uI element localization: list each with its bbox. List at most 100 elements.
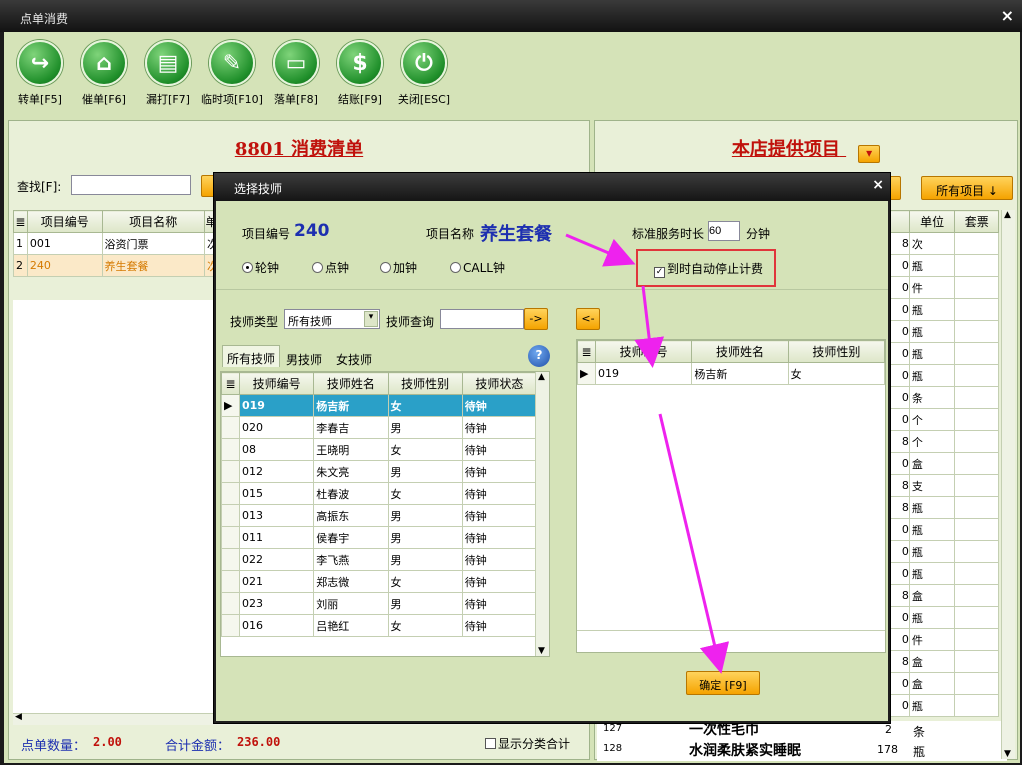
row-code: 001 xyxy=(26,232,103,255)
tech-row[interactable]: 016 吕艳红女待钟 xyxy=(221,614,538,637)
items-scrollbar[interactable]: ▲ ▼ xyxy=(1001,210,1015,759)
tech-code: 08 xyxy=(238,438,315,461)
item-row[interactable]: 0条 xyxy=(889,386,999,409)
select-technician-dialog: 选择技师 × 项目编号 240 项目名称 养生套餐 标准服务时长 分钟 轮钟 点… xyxy=(213,172,891,724)
tech-row[interactable]: 015 杜春波女待钟 xyxy=(221,482,538,505)
item-row[interactable]: 0瓶 xyxy=(889,606,999,629)
item-unit: 瓶 xyxy=(908,562,956,585)
col-tech-name[interactable]: 技师姓名 xyxy=(313,372,389,395)
item-row[interactable]: 0件 xyxy=(889,276,999,299)
item-row[interactable]: 0瓶 xyxy=(889,694,999,717)
tab-male[interactable]: 男技师 xyxy=(282,347,326,368)
help-icon[interactable]: ? xyxy=(528,345,550,367)
col-unit[interactable]: 单位 xyxy=(908,210,956,233)
tech-scrollbar[interactable]: ▲ ▼ xyxy=(535,372,549,656)
tab-female[interactable]: 女技师 xyxy=(332,347,376,368)
item-row[interactable]: 0瓶 xyxy=(889,518,999,541)
tech-back-button[interactable]: <- xyxy=(576,308,600,330)
tech-row[interactable]: 020 李春吉男待钟 xyxy=(221,416,538,439)
all-items-button[interactable]: 所有项目 ↓ xyxy=(921,176,1013,200)
transfer-label: 转单[F5] xyxy=(18,93,62,106)
scroll-left-icon[interactable]: ◀ xyxy=(15,712,22,722)
grid-menu-icon[interactable]: ≣ xyxy=(221,372,240,395)
table-row[interactable]: 2 240 养生套餐 次 xyxy=(13,254,220,277)
item-row[interactable]: 0瓶 xyxy=(889,540,999,563)
col-tech-code[interactable]: 技师编号 xyxy=(238,372,315,395)
transfer-button[interactable]: ↪ 转单[F5] xyxy=(8,40,72,107)
checkout-button[interactable]: $ 结账[F9] xyxy=(328,40,392,107)
item-unit: 瓶 xyxy=(913,745,926,759)
selected-tech-row[interactable]: ▶ 019 杨吉新女 xyxy=(577,362,886,385)
show-category-checkbox[interactable]: 显示分类合计 xyxy=(485,735,570,752)
dialog-close-icon[interactable]: × xyxy=(872,177,884,193)
item-row[interactable]: 0件 xyxy=(889,628,999,651)
item-row[interactable]: 8盒 xyxy=(889,650,999,673)
temp-item-button[interactable]: ✎ 临时项[F10] xyxy=(200,40,264,107)
grid-menu-icon[interactable]: ≣ xyxy=(13,210,28,233)
tech-search-input[interactable] xyxy=(440,309,524,329)
item-row[interactable]: 0瓶 xyxy=(889,254,999,277)
item-row[interactable]: 8支 xyxy=(889,474,999,497)
tech-code: 016 xyxy=(238,614,315,637)
item-price: 8 xyxy=(889,584,910,607)
window-close-icon[interactable]: × xyxy=(1001,6,1014,25)
item-row[interactable]: 8盒 xyxy=(889,584,999,607)
table-row[interactable]: 1 001 浴资门票 次 xyxy=(13,232,220,255)
tech-header: ≣ 技师编号 技师姓名 技师性别 技师状态 xyxy=(221,372,538,395)
item-row[interactable]: 0瓶 xyxy=(889,298,999,321)
item-row[interactable]: 0盒 xyxy=(889,672,999,695)
item-row[interactable]: 0个 xyxy=(889,408,999,431)
item-unit: 瓶 xyxy=(908,342,956,365)
radio-pick[interactable]: 点钟 xyxy=(312,259,349,276)
tech-row[interactable]: 022 李飞燕男待钟 xyxy=(221,548,538,571)
item-row[interactable]: 0瓶 xyxy=(889,364,999,387)
item-unit: 瓶 xyxy=(908,496,956,519)
col-tech-gender[interactable]: 技师性别 xyxy=(787,340,886,363)
reprint-button[interactable]: ▤ 漏打[F7] xyxy=(136,40,200,107)
radio-extend[interactable]: 加钟 xyxy=(380,259,417,276)
tech-row[interactable]: 012 朱文亮男待钟 xyxy=(221,460,538,483)
tech-row[interactable]: 08 王晓明女待钟 xyxy=(221,438,538,461)
item-price: 0 xyxy=(889,408,910,431)
col-name[interactable]: 项目名称 xyxy=(101,210,205,233)
auto-stop-checkbox[interactable]: ✓ 到时自动停止计费 xyxy=(636,249,776,287)
item-row[interactable]: 0瓶 xyxy=(889,320,999,343)
scroll-down-icon[interactable]: ▼ xyxy=(538,646,545,656)
item-row[interactable]: 8瓶 xyxy=(889,496,999,519)
confirm-button[interactable]: 确定 [F9] xyxy=(686,671,760,695)
item-row[interactable]: 8个 xyxy=(889,430,999,453)
col-tech-gender[interactable]: 技师性别 xyxy=(387,372,463,395)
urge-button[interactable]: ⌂ 催单[F6] xyxy=(72,40,136,107)
duration-input[interactable] xyxy=(708,221,740,241)
tab-all[interactable]: 所有技师 xyxy=(222,345,281,367)
tech-name: 李飞燕 xyxy=(313,548,389,571)
tech-row[interactable]: 013 高振东男待钟 xyxy=(221,504,538,527)
col-tech-status[interactable]: 技师状态 xyxy=(461,372,538,395)
item-row[interactable]: 0盒 xyxy=(889,452,999,475)
col-tech-name[interactable]: 技师姓名 xyxy=(691,340,789,363)
search-input[interactable] xyxy=(71,175,191,195)
items-dropdown-icon[interactable]: ▾ xyxy=(858,145,881,163)
tech-go-button[interactable]: -> xyxy=(524,308,548,330)
scroll-down-icon[interactable]: ▼ xyxy=(1004,749,1011,759)
tech-row[interactable]: 011 侯春宇男待钟 xyxy=(221,526,538,549)
close-button[interactable]: ⏻ 关闭[ESC] xyxy=(392,40,456,107)
tech-row[interactable]: 023 刘丽男待钟 xyxy=(221,592,538,615)
item-row[interactable]: 8次 xyxy=(889,232,999,255)
scroll-up-icon[interactable]: ▲ xyxy=(1004,210,1011,220)
col-code[interactable]: 项目编号 xyxy=(26,210,103,233)
scroll-up-icon[interactable]: ▲ xyxy=(538,372,545,382)
col-package[interactable]: 套票 xyxy=(954,210,999,233)
radio-rotation[interactable]: 轮钟 xyxy=(242,259,279,276)
grid-menu-icon[interactable]: ≣ xyxy=(577,340,596,363)
power-icon: ⏻ xyxy=(401,40,447,86)
item-row[interactable]: 0瓶 xyxy=(889,562,999,585)
place-order-button[interactable]: ▭ 落单[F8] xyxy=(264,40,328,107)
item-row[interactable]: 0瓶 xyxy=(889,342,999,365)
tech-row[interactable]: 021 郑志微女待钟 xyxy=(221,570,538,593)
tech-status: 待钟 xyxy=(461,614,538,637)
col-tech-code[interactable]: 技师编号 xyxy=(594,340,693,363)
tech-row[interactable]: ▶ 019 杨吉新女待钟 xyxy=(221,394,538,417)
radio-call[interactable]: CALL钟 xyxy=(450,259,505,276)
tech-type-select[interactable]: 所有技师 ▾ xyxy=(284,309,380,329)
